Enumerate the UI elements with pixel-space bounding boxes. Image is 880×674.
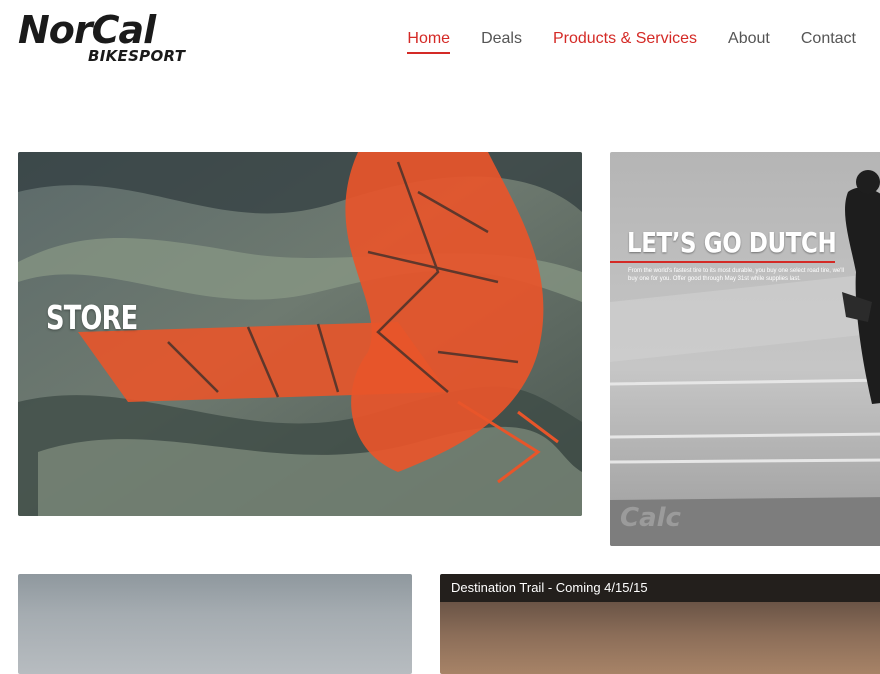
store-label: STORE [46,298,138,337]
trail-image [440,602,880,674]
store-tile[interactable]: STORE [18,152,582,516]
trail-tile[interactable]: Destination Trail - Coming 4/15/15 [440,574,880,674]
trail-caption-bar: Destination Trail - Coming 4/15/15 [440,574,880,602]
logo[interactable]: NorCal BIKESPORT [18,10,208,66]
nav-contact[interactable]: Contact [801,29,856,49]
trail-caption: Destination Trail - Coming 4/15/15 [451,580,648,595]
svg-text:Calc: Calc [620,503,682,533]
nav-deals[interactable]: Deals [481,29,522,49]
nav-products-services[interactable]: Products & Services [553,29,697,49]
promo-title: LET’S GO DUTCH [627,226,837,259]
promo-tile[interactable]: Calc LET’S GO DUTCH From the world's fas… [610,152,880,546]
promo-copy: From the world's fastest tire to its mos… [628,268,845,282]
sky-tile[interactable] [18,574,412,674]
main-nav: Home Deals Products & Services About Con… [376,29,856,54]
promo-divider [610,261,835,263]
nav-home[interactable]: Home [407,29,450,54]
sky-image [18,574,412,674]
logo-wordmark: NorCal [18,8,156,52]
nav-about[interactable]: About [728,29,770,49]
logo-subtitle: BIKESPORT [88,47,186,65]
promo-image: Calc [610,152,880,546]
